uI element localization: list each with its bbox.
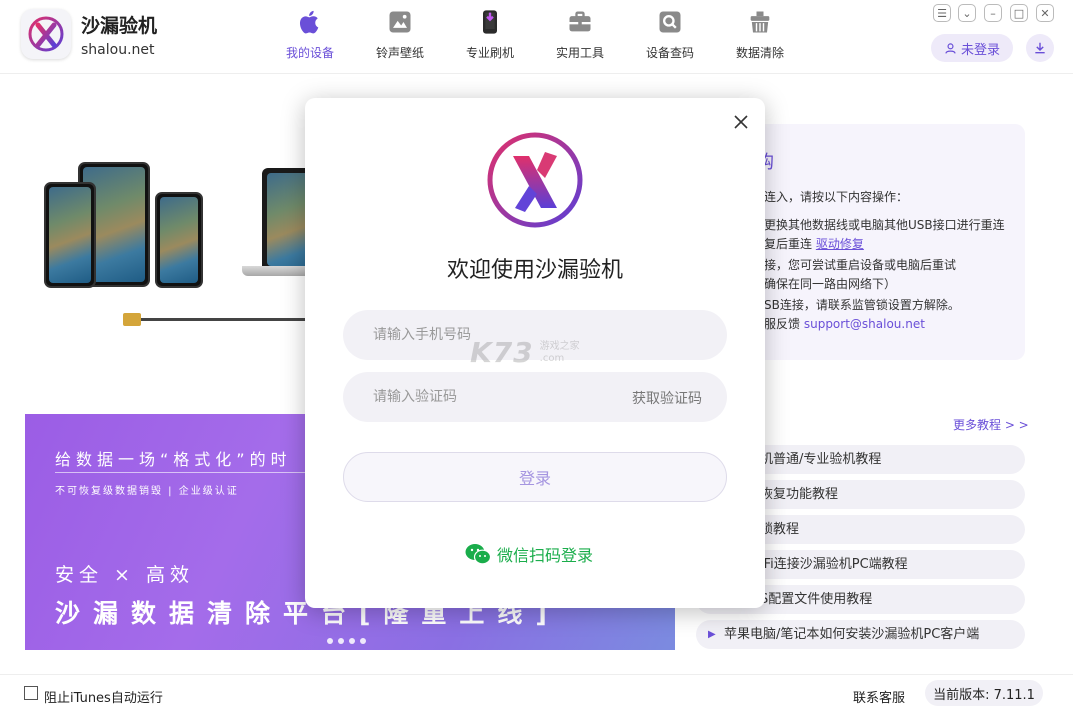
tutorial-label: S配置文件使用教程 (760, 592, 873, 607)
wechat-login-button[interactable]: 微信扫码登录 (465, 542, 593, 566)
chevron-down-icon: ⌄ (962, 6, 972, 20)
close-button[interactable]: ✕ (1036, 4, 1054, 22)
help-line-feedback: 服反馈 support@shalou.net (764, 315, 925, 332)
maximize-icon: □ (1013, 6, 1025, 20)
play-arrow-icon: ▶ (708, 629, 716, 640)
feedback-window-button[interactable]: ☰ (933, 4, 951, 22)
device-illustration (30, 150, 352, 340)
login-status-button[interactable]: 未登录 (931, 34, 1013, 62)
help-line: 接，您可尝试重启设备或电脑后重试 (764, 258, 957, 272)
get-code-button[interactable]: 获取验证码 (632, 388, 702, 408)
banner-subline: 不可恢复级数据销毁 | 企业级认证 (55, 486, 239, 497)
nav-label: 设备查码 (645, 46, 694, 60)
usb-cable (128, 318, 328, 321)
menu-window-button[interactable]: ⌄ (958, 4, 976, 22)
apple-icon (299, 10, 319, 34)
app-domain: shalou.net (81, 42, 155, 58)
phone-small-image (155, 192, 203, 288)
user-icon (945, 42, 956, 54)
dialog-title: 欢迎使用沙漏验机 (446, 258, 623, 283)
nav-tools[interactable]: 实用工具 (540, 6, 620, 68)
tutorial-label: 锁教程 (760, 522, 800, 537)
help-line-text: 复后重连 (764, 237, 813, 251)
carousel-dot[interactable] (338, 638, 344, 644)
banner-tagline: 安全 × 高效 (55, 564, 194, 586)
more-tutorials-link[interactable]: 更多教程 > > (953, 416, 1029, 433)
nav-label: 数据清除 (735, 46, 784, 60)
itunes-autorun-label: 阻止iTunes自动运行 (44, 691, 163, 706)
carousel-dot[interactable] (360, 638, 366, 644)
watermark-sub-bottom: .com (539, 352, 565, 364)
nav-ringtone-wallpaper[interactable]: 铃声壁纸 (360, 6, 440, 68)
usb-plug (123, 313, 141, 326)
shalou-logo (487, 132, 583, 228)
tutorial-label: iFi连接沙漏验机PC端教程 (760, 557, 908, 572)
help-line: 确保在同一路由网络下） (764, 277, 897, 291)
title-bar: 沙漏验机 shalou.net 我的设备 铃声壁纸 专业刷机 实用工具 设备查码… (0, 0, 1073, 74)
tutorial-item[interactable]: ▶ 苹果电脑/笔记本如何安装沙漏验机PC客户端 (696, 620, 1025, 649)
flash-phone-icon (483, 10, 497, 34)
maximize-button[interactable]: □ (1010, 4, 1028, 22)
itunes-autorun-checkbox[interactable] (24, 686, 38, 700)
support-email-link[interactable]: support@shalou.net (804, 317, 925, 331)
watermark-sub: 游戏之家 .com (540, 341, 580, 365)
help-line-driver: 复后重连 驱动修复 (764, 235, 864, 252)
download-icon (1035, 42, 1045, 54)
phone-image (44, 182, 96, 288)
app-name: 沙漏验机 (81, 15, 158, 37)
tutorial-label: 机普通/专业验机教程 (760, 452, 882, 467)
close-icon (734, 115, 748, 129)
wechat-icon (465, 544, 491, 565)
version-badge: 当前版本: 7.11.1 (925, 680, 1043, 706)
erase-icon (750, 11, 770, 33)
minimize-icon: – (990, 6, 996, 20)
help-line-text: 服反馈 (764, 317, 801, 331)
footer-bar: 阻止iTunes自动运行 联系客服 当前版本: 7.11.1 (0, 674, 1073, 710)
tutorial-label: 苹果电脑/笔记本如何安装沙漏验机PC客户端 (724, 627, 980, 642)
nav-device-lookup[interactable]: 设备查码 (630, 6, 710, 68)
watermark-sub-top: 游戏之家 (539, 340, 580, 352)
help-line: 更换其他数据线或电脑其他USB接口进行重连 (764, 218, 1005, 232)
nav-my-device[interactable]: 我的设备 (270, 6, 350, 68)
minimize-button[interactable]: – (984, 4, 1002, 22)
driver-repair-link[interactable]: 驱动修复 (816, 237, 864, 251)
wallpaper-icon (389, 11, 411, 33)
nav-label: 实用工具 (555, 46, 604, 60)
dialog-close-button[interactable] (730, 111, 752, 133)
toolbox-icon (569, 11, 591, 32)
download-button[interactable] (1026, 34, 1054, 62)
contact-support-link[interactable]: 联系客服 (853, 687, 905, 706)
login-button[interactable]: 登录 (343, 452, 727, 502)
help-intro: 连入，请按以下内容操作： (764, 190, 909, 204)
app-logo (21, 9, 71, 59)
close-icon: ✕ (1040, 6, 1050, 20)
nav-pro-flash[interactable]: 专业刷机 (450, 6, 530, 68)
watermark-logo-text: K73 (470, 336, 534, 369)
banner-divider (55, 472, 335, 473)
banner-headline: 给数据一场“格式化”的时 (55, 450, 292, 469)
nav-label: 专业刷机 (465, 46, 514, 60)
carousel-dot[interactable] (349, 638, 355, 644)
wechat-login-label: 微信扫码登录 (497, 546, 594, 565)
nav-label: 铃声壁纸 (375, 46, 424, 60)
search-device-icon (659, 11, 681, 33)
nav-label: 我的设备 (285, 46, 334, 60)
nav-data-erase[interactable]: 数据清除 (720, 6, 800, 68)
site-watermark: K73 游戏之家 .com (470, 336, 580, 369)
carousel-dots (327, 638, 366, 644)
help-line: SB连接，请联系监管锁设置方解除。 (764, 298, 960, 312)
tutorial-label: 恢复功能教程 (760, 487, 839, 502)
login-status-label: 未登录 (960, 42, 1000, 58)
carousel-dot[interactable] (327, 638, 333, 644)
chat-icon: ☰ (937, 6, 947, 20)
